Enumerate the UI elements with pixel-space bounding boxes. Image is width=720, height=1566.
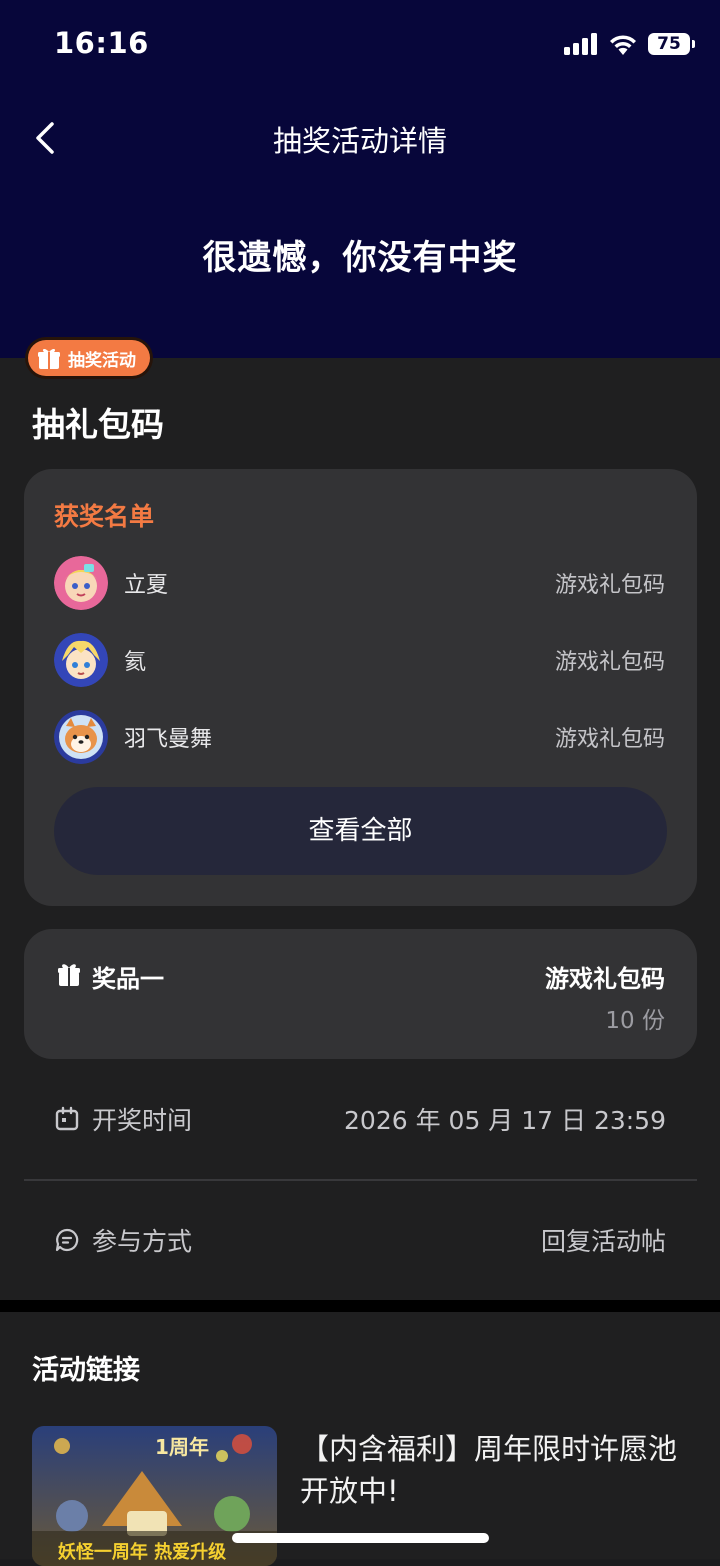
winners-title: 获奖名单 (54, 502, 155, 531)
draw-time-row: 开奖时间 2026 年 05 月 17 日 23:59 (54, 1099, 666, 1139)
link-thumbnail[interactable]: 1周年 妖怪一周年 热爱升级 (32, 1426, 277, 1566)
draw-time-label: 开奖时间 (92, 1106, 193, 1135)
participation-value: 回复活动帖 (540, 1227, 666, 1256)
battery-icon: 75 (648, 33, 695, 55)
winner-prize: 游戏礼包码 (554, 650, 665, 675)
winner-name: 立夏 (124, 573, 169, 598)
activity-title: 抽礼包码 (32, 405, 164, 444)
gift-icon (38, 348, 60, 369)
calendar-icon (55, 1106, 79, 1131)
winner-name: 氦 (124, 650, 147, 675)
page-title: 抽奖活动详情 (272, 124, 447, 158)
signal-icon (564, 33, 597, 55)
winner-row[interactable]: 氦 游戏礼包码 (54, 632, 665, 688)
prize-card: 奖品一 游戏礼包码 10 份 (24, 929, 697, 1059)
winner-prize: 游戏礼包码 (554, 573, 665, 598)
winner-row[interactable]: 立夏 游戏礼包码 (54, 555, 665, 611)
wifi-icon (610, 35, 636, 55)
draw-time-value: 2026 年 05 月 17 日 23:59 (344, 1106, 666, 1135)
avatar (54, 633, 108, 687)
winner-prize: 游戏礼包码 (554, 727, 665, 752)
prize-label: 奖品一 (92, 965, 164, 993)
prize-name: 游戏礼包码 (545, 965, 665, 993)
winners-card: 获奖名单 立夏 游戏礼包码 氦 游戏礼包码 羽飞曼舞 游戏礼包码 查看全部 (24, 469, 697, 906)
status-time: 16:16 (54, 26, 149, 60)
result-message: 很遗憾，你没有中奖 (202, 238, 518, 278)
chat-bubble-icon (55, 1228, 79, 1252)
link-title[interactable]: 【内含福利】周年限时许愿池开放中! (300, 1428, 692, 1512)
section-divider (0, 1300, 720, 1312)
winner-row[interactable]: 羽飞曼舞 游戏礼包码 (54, 709, 665, 765)
thumbnail-caption-bottom: 妖怪一周年 热爱升级 (58, 1541, 227, 1563)
home-indicator[interactable] (232, 1533, 489, 1543)
participation-row: 参与方式 回复活动帖 (54, 1220, 666, 1260)
header: 16:16 75 抽奖活动详情 很遗憾，你没有中奖 (0, 0, 720, 358)
avatar (54, 710, 108, 764)
participation-label: 参与方式 (92, 1227, 193, 1256)
activity-type-badge: 抽奖活动 (28, 340, 150, 376)
avatar (54, 556, 108, 610)
winner-name: 羽飞曼舞 (124, 727, 213, 752)
activity-type-label: 抽奖活动 (68, 350, 136, 371)
gift-icon (58, 964, 80, 986)
status-icons: 75 (564, 30, 695, 58)
prize-count: 10 份 (605, 1008, 665, 1034)
thumbnail-caption-top: 1周年 (155, 1435, 209, 1459)
view-all-button[interactable]: 查看全部 (54, 787, 667, 875)
links-title: 活动链接 (32, 1355, 140, 1386)
status-bar: 16:16 75 (0, 0, 720, 90)
divider (24, 1179, 697, 1181)
